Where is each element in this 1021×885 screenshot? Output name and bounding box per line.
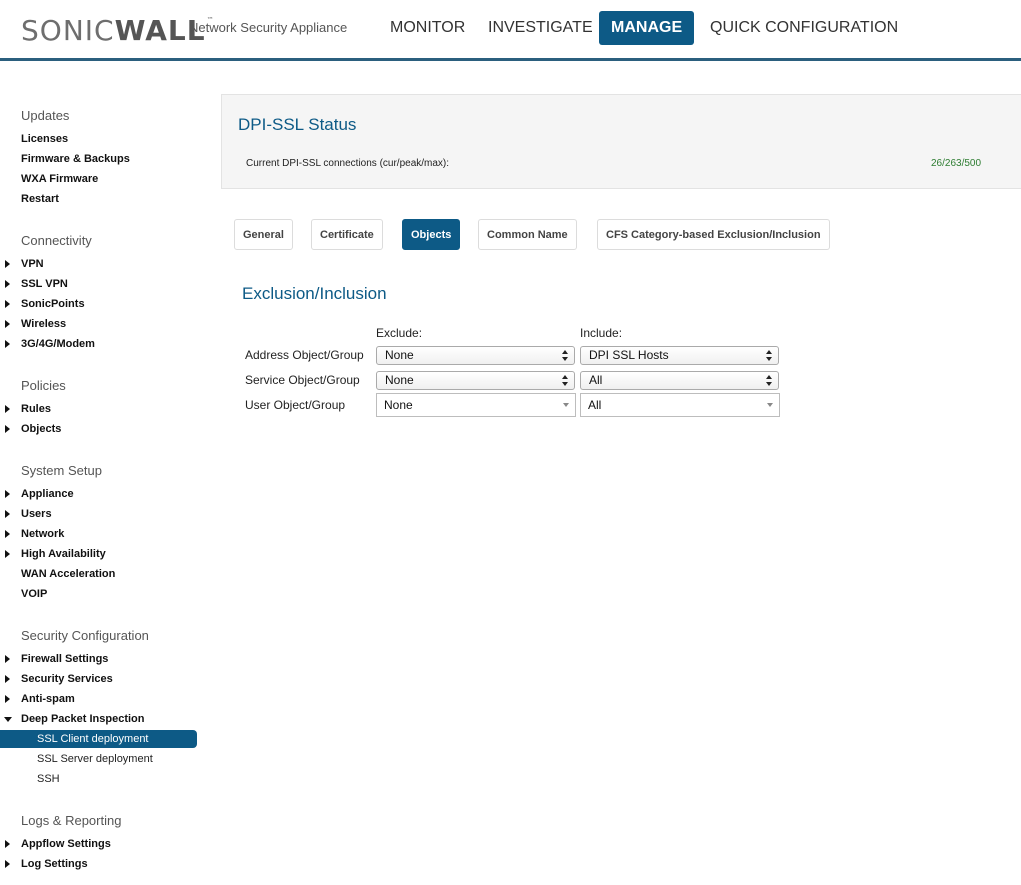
sidebar-item-ssl-client-deployment[interactable]: SSL Client deployment — [0, 730, 197, 748]
sidebar-item-high-availability[interactable]: High Availability — [21, 548, 106, 560]
expand-triangle-icon[interactable] — [5, 530, 10, 538]
sidebar-item-licenses[interactable]: Licenses — [21, 133, 68, 145]
sidebar-item-appflow-settings[interactable]: Appflow Settings — [21, 838, 111, 850]
nav-monitor[interactable]: MONITOR — [378, 11, 477, 45]
select-arrows-icon — [766, 349, 773, 362]
nav-investigate[interactable]: INVESTIGATE — [476, 11, 605, 45]
address-object-label: Address Object/Group — [245, 348, 364, 362]
sidebar-item-rules[interactable]: Rules — [21, 403, 51, 415]
sidebar-heading-policies: Policies — [21, 378, 66, 393]
combo-value: All — [588, 398, 602, 412]
chevron-down-icon — [563, 403, 569, 407]
sidebar-item-wxa-firmware[interactable]: WXA Firmware — [21, 173, 98, 185]
dpi-ssl-status-panel: DPI-SSL Status Current DPI-SSL connectio… — [221, 94, 1021, 189]
product-name: Network Security Appliance — [189, 20, 348, 35]
sidebar-heading-logs-reporting: Logs & Reporting — [21, 813, 122, 828]
sidebar-item-wireless[interactable]: Wireless — [21, 318, 66, 330]
tab-objects[interactable]: Objects — [402, 219, 461, 250]
expand-triangle-icon[interactable] — [5, 655, 10, 663]
expand-triangle-icon[interactable] — [5, 675, 10, 683]
section-title: Exclusion/Inclusion — [242, 284, 387, 303]
nav-manage[interactable]: MANAGE — [599, 11, 695, 45]
sidebar-item-restart[interactable]: Restart — [21, 193, 59, 205]
connections-value: 26/263/500 — [931, 158, 982, 169]
service-exclude-select[interactable]: None — [376, 371, 575, 390]
select-value: DPI SSL Hosts — [589, 348, 669, 362]
select-arrows-icon — [562, 374, 569, 387]
select-value: None — [385, 373, 414, 387]
sidebar-heading-system-setup: System Setup — [21, 463, 102, 478]
sidebar-item-anti-spam[interactable]: Anti-spam — [21, 693, 75, 705]
include-column-header: Include: — [580, 326, 623, 340]
sidebar-item-ssh[interactable]: SSH — [37, 773, 60, 785]
sonicwall-logo: SONICWALL™ — [21, 14, 215, 47]
expand-triangle-icon[interactable] — [5, 510, 10, 518]
tab-general[interactable]: General — [234, 219, 293, 250]
top-header: SONICWALL™ Network Security Appliance MO… — [0, 0, 1021, 58]
select-arrows-icon — [766, 374, 773, 387]
expand-triangle-icon[interactable] — [5, 695, 10, 703]
chevron-down-icon — [767, 403, 773, 407]
user-object-label: User Object/Group — [245, 398, 346, 412]
tab-certificate[interactable]: Certificate — [311, 219, 383, 250]
expand-triangle-icon[interactable] — [5, 860, 10, 868]
nav-quick-configuration[interactable]: QUICK CONFIGURATION — [698, 11, 910, 45]
select-value: None — [385, 348, 414, 362]
tab-cfs-category-exclusion-inclusion[interactable]: CFS Category-based Exclusion/Inclusion — [597, 219, 830, 250]
sidebar-item-label: SSL Client deployment — [37, 733, 149, 745]
exclude-column-header: Exclude: — [376, 326, 423, 340]
sidebar-item-network[interactable]: Network — [21, 528, 64, 540]
sidebar-item-objects[interactable]: Objects — [21, 423, 61, 435]
sidebar-heading-security-configuration: Security Configuration — [21, 628, 149, 643]
sidebar-item-deep-packet-inspection[interactable]: Deep Packet Inspection — [21, 713, 145, 725]
sidebar-item-voip[interactable]: VOIP — [21, 588, 47, 600]
user-exclude-combo[interactable]: None — [376, 393, 576, 417]
expand-triangle-icon[interactable] — [5, 320, 10, 328]
sidebar-item-ssl-server-deployment[interactable]: SSL Server deployment — [37, 753, 153, 765]
user-include-combo[interactable]: All — [580, 393, 780, 417]
combo-value: None — [384, 398, 413, 412]
connections-label: Current DPI-SSL connections (cur/peak/ma… — [246, 158, 450, 169]
sidebar-item-ssl-vpn[interactable]: SSL VPN — [21, 278, 68, 290]
sidebar-item-log-settings[interactable]: Log Settings — [21, 858, 88, 870]
sidebar-item-3g-4g-modem[interactable]: 3G/4G/Modem — [21, 338, 95, 350]
sidebar-item-users[interactable]: Users — [21, 508, 52, 520]
service-include-select[interactable]: All — [580, 371, 779, 390]
tab-common-name[interactable]: Common Name — [478, 219, 577, 250]
collapse-triangle-icon[interactable] — [4, 717, 12, 722]
sidebar-item-appliance[interactable]: Appliance — [21, 488, 74, 500]
select-arrows-icon — [562, 349, 569, 362]
sidebar-item-vpn[interactable]: VPN — [21, 258, 44, 270]
expand-triangle-icon[interactable] — [5, 260, 10, 268]
select-value: All — [589, 373, 603, 387]
sidebar-heading-connectivity: Connectivity — [21, 233, 92, 248]
sidebar-heading-updates: Updates — [21, 108, 70, 123]
service-object-label: Service Object/Group — [245, 373, 360, 387]
expand-triangle-icon[interactable] — [5, 550, 10, 558]
expand-triangle-icon[interactable] — [5, 840, 10, 848]
expand-triangle-icon[interactable] — [5, 340, 10, 348]
address-exclude-select[interactable]: None — [376, 346, 575, 365]
expand-triangle-icon[interactable] — [5, 490, 10, 498]
sidebar-item-wan-acceleration[interactable]: WAN Acceleration — [21, 568, 115, 580]
expand-triangle-icon[interactable] — [5, 280, 10, 288]
sidebar: Updates Licenses Firmware & Backups WXA … — [0, 61, 200, 885]
sidebar-item-sonicpoints[interactable]: SonicPoints — [21, 298, 85, 310]
address-include-select[interactable]: DPI SSL Hosts — [580, 346, 779, 365]
sidebar-item-firmware-backups[interactable]: Firmware & Backups — [21, 153, 130, 165]
sidebar-item-firewall-settings[interactable]: Firewall Settings — [21, 653, 108, 665]
sidebar-item-security-services[interactable]: Security Services — [21, 673, 113, 685]
expand-triangle-icon[interactable] — [5, 425, 10, 433]
expand-triangle-icon[interactable] — [5, 405, 10, 413]
expand-triangle-icon[interactable] — [5, 300, 10, 308]
status-title: DPI-SSL Status — [238, 115, 357, 134]
